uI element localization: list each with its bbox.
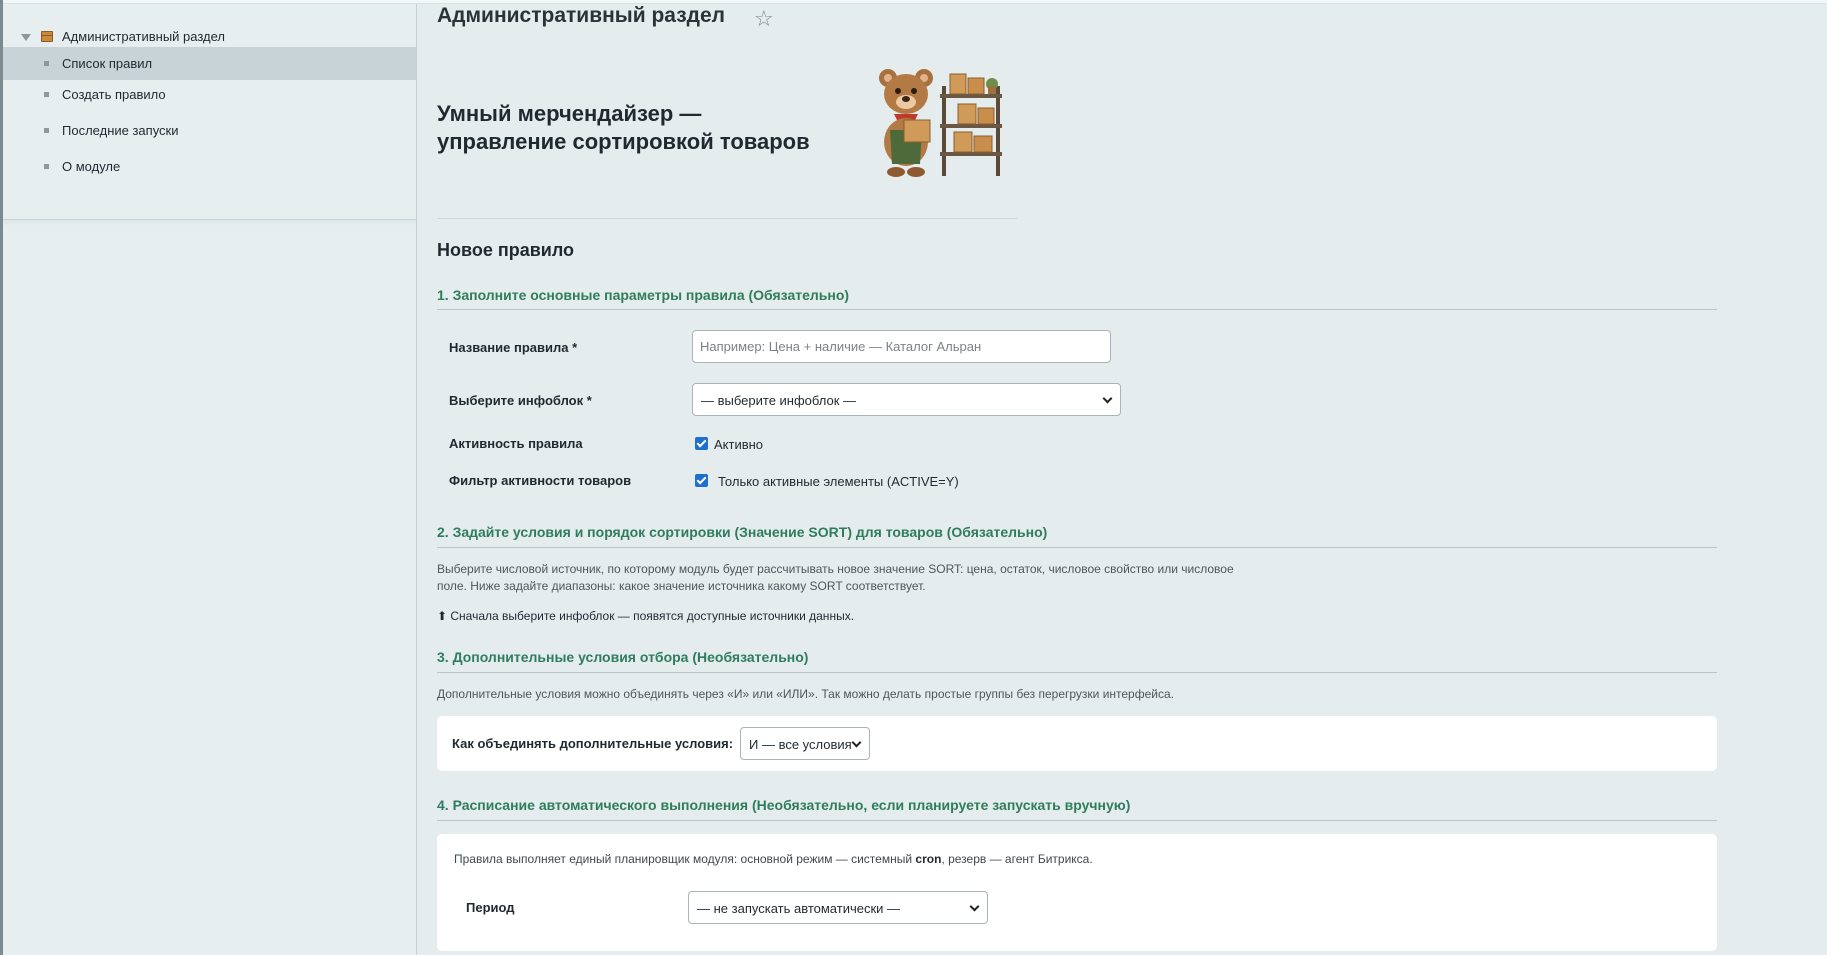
period-label: Период <box>466 900 515 915</box>
rule-name-input[interactable] <box>692 330 1111 363</box>
period-select-value: — не запускать автоматически — <box>697 901 901 916</box>
combine-conditions-label: Как объединять дополнительные условия: <box>452 736 734 751</box>
section-3-title: 3. Дополнительные условия отбора (Необяз… <box>437 649 809 665</box>
section-4-title: 4. Расписание автоматического выполнения… <box>437 797 1131 813</box>
bullet-icon <box>44 61 49 66</box>
box-icon <box>41 31 53 42</box>
chevron-down-icon <box>1102 393 1113 404</box>
bullet-icon <box>44 92 49 97</box>
bullet-icon <box>44 164 49 169</box>
sidebar-item-last-runs[interactable]: Последние запуски <box>3 114 416 147</box>
iblock-select[interactable]: — выберите инфоблок — <box>692 383 1121 416</box>
section-1-rule <box>437 309 1717 310</box>
section-3-rule <box>437 672 1717 673</box>
module-title-line2: управление сортировкой товаров <box>437 129 810 154</box>
bullet-icon <box>44 128 49 133</box>
section-2-help-line2: поле. Ниже задайте диапазоны: какое знач… <box>437 579 926 593</box>
period-select[interactable]: — не запускать автоматически — <box>688 891 988 924</box>
combine-conditions-select[interactable]: И — все условия <box>740 727 870 760</box>
section-3-help: Дополнительные условия можно объединять … <box>437 687 1174 701</box>
sidebar-item-label: Последние запуски <box>62 123 179 138</box>
activity-checkbox[interactable] <box>695 437 708 450</box>
scheduler-info-prefix: Правила выполняет единый планировщик мод… <box>454 852 916 866</box>
scheduler-info-cron: cron <box>915 852 942 866</box>
sidebar-item-label: О модуле <box>62 159 121 174</box>
section-2-help: Выберите числовой источник, по которому … <box>437 561 1234 595</box>
star-icon[interactable]: ☆ <box>754 6 774 32</box>
scheduler-info: Правила выполняет единый планировщик мод… <box>454 852 1093 866</box>
sidebar-item-create-rule[interactable]: Создать правило <box>3 78 416 111</box>
module-title: Умный мерчендайзер — управление сортиров… <box>437 100 810 156</box>
active-filter-checkbox[interactable] <box>695 474 708 487</box>
sidebar-item-label: Создать правило <box>62 87 166 102</box>
sidebar: Административный раздел Список правил Со… <box>3 4 417 955</box>
combine-conditions-value: И — все условия <box>749 737 852 752</box>
section-4-rule <box>437 820 1717 821</box>
section-2-rule <box>437 547 1717 548</box>
sidebar-item-label: Список правил <box>62 56 153 71</box>
page-title: Административный раздел <box>437 4 726 27</box>
section-2-title: 2. Задайте условия и порядок сортировки … <box>437 524 1048 540</box>
sidebar-item-about[interactable]: О модуле <box>3 150 416 183</box>
sidebar-divider <box>3 219 416 227</box>
bear-mascot-image <box>879 69 1002 177</box>
section-1-title: 1. Заполните основные параметры правила … <box>437 287 850 303</box>
main-content: Административный раздел ☆ Умный мерченда… <box>418 4 1827 955</box>
form-heading: Новое правило <box>437 240 575 260</box>
caret-down-icon[interactable] <box>21 34 31 41</box>
iblock-select-value: — выберите инфоблок — <box>701 393 857 408</box>
chevron-down-icon <box>851 737 862 748</box>
activity-checkbox-label[interactable]: Активно <box>714 437 763 452</box>
module-title-line1: Умный мерчендайзер — <box>437 101 702 126</box>
active-filter-checkbox-label[interactable]: Только активные элементы (ACTIVE=Y) <box>718 474 959 489</box>
combine-conditions-panel: Как объединять дополнительные условия: И… <box>437 716 1717 771</box>
select-iblock-note: ⬆ Сначала выберите инфоблок — появятся д… <box>437 609 855 623</box>
schedule-panel: Правила выполняет единый планировщик мод… <box>437 834 1717 951</box>
rule-name-label: Название правила * <box>449 340 578 355</box>
hero-divider <box>437 218 1017 219</box>
sidebar-item-rules-list[interactable]: Список правил <box>3 47 416 80</box>
iblock-label: Выберите инфоблок * <box>449 393 592 408</box>
filter-label: Фильтр активности товаров <box>449 473 632 488</box>
section-2-help-line1: Выберите числовой источник, по которому … <box>437 562 1234 576</box>
activity-label: Активность правила <box>449 436 583 451</box>
chevron-down-icon <box>969 901 980 912</box>
scheduler-info-suffix: , резерв — агент Битрикса. <box>941 852 1093 866</box>
sidebar-root-label: Административный раздел <box>62 29 226 44</box>
